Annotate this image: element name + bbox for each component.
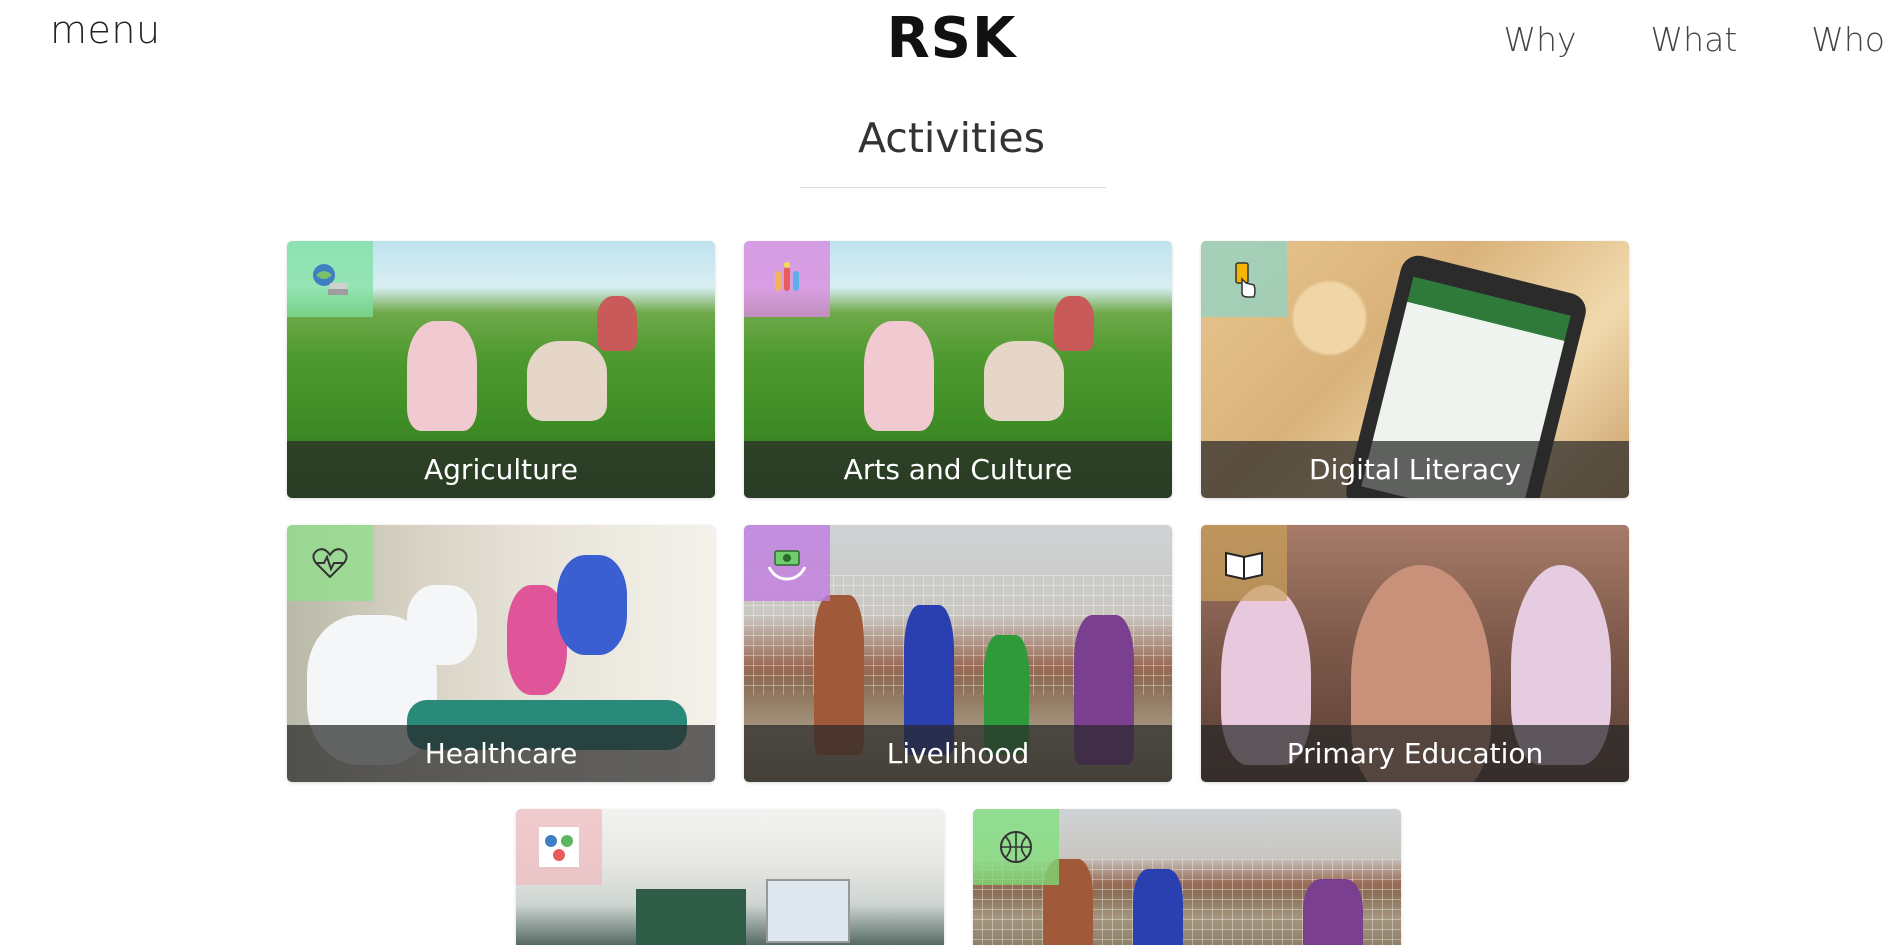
open-book-icon <box>1225 551 1263 581</box>
card-label: Arts and Culture <box>744 441 1172 498</box>
activity-card-digital-literacy[interactable]: Digital Literacy <box>1201 241 1629 498</box>
activity-card-7[interactable] <box>516 809 944 945</box>
hand-phone-icon <box>1235 262 1256 298</box>
people-circle-icon <box>539 827 579 867</box>
activity-card-livelihood[interactable]: Livelihood <box>744 525 1172 782</box>
card-label: Agriculture <box>287 441 715 498</box>
badge-healthcare <box>287 525 373 601</box>
hands-painting-icon <box>775 262 799 291</box>
badge-agriculture <box>287 241 373 317</box>
badge-arts <box>744 241 830 317</box>
card-label: Livelihood <box>744 725 1172 782</box>
activity-card-agriculture[interactable]: Agriculture <box>287 241 715 498</box>
nav-what[interactable]: What <box>1651 20 1738 59</box>
card-label: Healthcare <box>287 725 715 782</box>
hands-money-icon <box>767 550 807 581</box>
globe-books-icon <box>313 264 348 295</box>
heart-pulse-icon <box>312 548 348 579</box>
nav-why[interactable]: Why <box>1503 20 1576 59</box>
card-label: Digital Literacy <box>1201 441 1629 498</box>
badge-card-8 <box>973 809 1059 885</box>
title-divider <box>800 187 1106 188</box>
card-label: Primary Education <box>1201 725 1629 782</box>
activity-card-arts-and-culture[interactable]: Arts and Culture <box>744 241 1172 498</box>
top-nav: Why What Who <box>1429 20 1885 59</box>
section-title: Activities <box>857 114 1046 162</box>
badge-digital <box>1201 241 1287 317</box>
badge-education <box>1201 525 1287 601</box>
badge-card-7 <box>516 809 602 885</box>
activity-card-healthcare[interactable]: Healthcare <box>287 525 715 782</box>
activity-card-8[interactable] <box>973 809 1401 945</box>
basketball-icon <box>1000 831 1032 863</box>
activity-card-primary-education[interactable]: Primary Education <box>1201 525 1629 782</box>
badge-livelihood <box>744 525 830 601</box>
nav-who[interactable]: Who <box>1811 20 1885 59</box>
